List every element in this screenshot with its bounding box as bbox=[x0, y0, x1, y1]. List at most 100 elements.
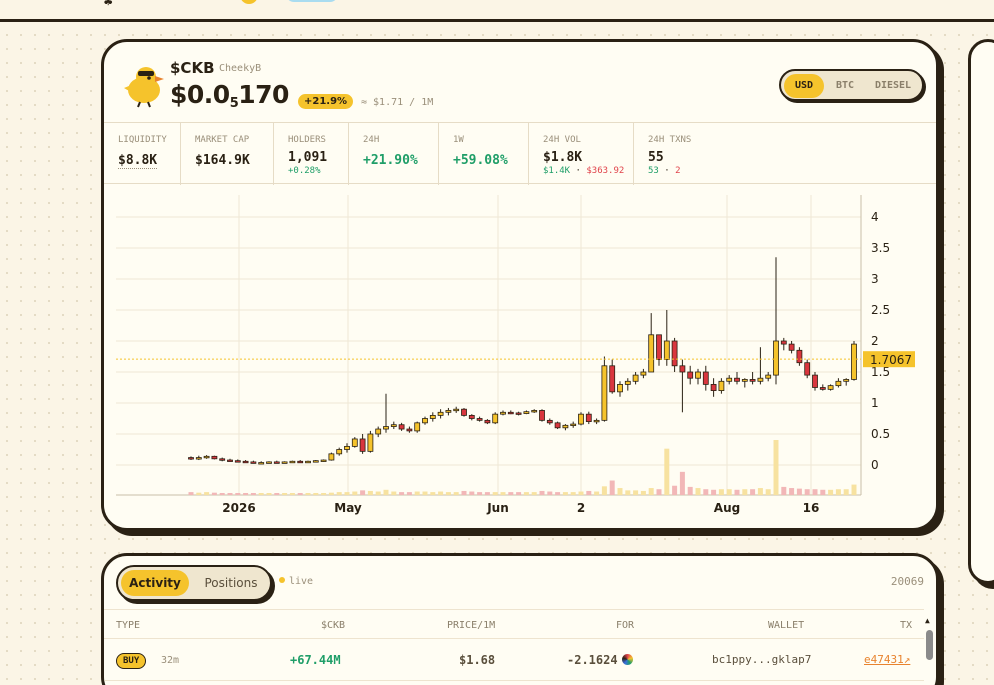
candle-body bbox=[359, 438, 366, 452]
stat-label: HOLDERS bbox=[288, 135, 326, 145]
unit-usd-button[interactable]: USD bbox=[784, 74, 824, 98]
volume-bar bbox=[352, 491, 358, 495]
volume-bar bbox=[438, 491, 444, 495]
volume-bar bbox=[336, 492, 342, 495]
connect-pill[interactable] bbox=[286, 0, 338, 2]
candle-body bbox=[734, 377, 740, 382]
candle-body bbox=[461, 408, 467, 416]
candle-body bbox=[211, 455, 218, 460]
tab-positions[interactable]: Positions bbox=[192, 570, 270, 596]
tab-activity[interactable]: Activity bbox=[121, 570, 189, 596]
candle-body bbox=[695, 371, 701, 379]
candle-body bbox=[546, 419, 553, 424]
trade-type-badge: BUY bbox=[116, 653, 147, 669]
candle-body bbox=[788, 343, 795, 351]
candle-body bbox=[593, 419, 600, 423]
volume-bar bbox=[500, 492, 506, 495]
volume-bar bbox=[367, 490, 373, 495]
candle-body bbox=[640, 371, 647, 376]
volume-bar bbox=[422, 491, 428, 495]
unit-btc-button[interactable]: BTC bbox=[827, 74, 863, 98]
candle-body bbox=[242, 460, 249, 464]
volume-bar bbox=[664, 448, 670, 495]
coin-icon[interactable] bbox=[240, 0, 258, 4]
candle-body bbox=[749, 379, 756, 382]
candle-body bbox=[203, 455, 210, 459]
volume-bar bbox=[196, 492, 202, 495]
volume-bar bbox=[305, 493, 311, 495]
stat-market-cap: MARKET CAP $164.9K bbox=[181, 123, 274, 185]
volume-bar bbox=[516, 492, 522, 495]
candle-body bbox=[710, 383, 717, 391]
token-price: $0.05170 bbox=[170, 80, 289, 111]
volume-bar bbox=[594, 491, 600, 495]
candle-body bbox=[305, 460, 311, 464]
volume-bar bbox=[344, 492, 350, 495]
volume-bar bbox=[648, 488, 654, 495]
volume-bar bbox=[391, 491, 397, 495]
candle-body bbox=[398, 424, 405, 430]
volume-bar bbox=[765, 489, 771, 495]
candle-body bbox=[234, 460, 241, 463]
volume-bar bbox=[609, 480, 615, 495]
volume-bar bbox=[469, 491, 475, 495]
col-amount: $CKB bbox=[321, 620, 346, 631]
candle-body bbox=[780, 340, 787, 345]
site-logo-icon[interactable]: ♣ bbox=[104, 0, 112, 10]
stat-value: $164.9K bbox=[195, 153, 250, 168]
volume-bar bbox=[843, 489, 849, 495]
stat-value[interactable]: $8.8K bbox=[118, 153, 158, 169]
candle-body bbox=[422, 418, 428, 424]
live-indicator: live bbox=[279, 576, 313, 587]
volume-bar bbox=[804, 489, 810, 495]
candle-body bbox=[531, 410, 538, 413]
trade-age: 32m bbox=[161, 655, 180, 666]
volume-bar bbox=[297, 493, 303, 495]
candle-body bbox=[351, 438, 358, 447]
unit-diesel-button[interactable]: DIESEL bbox=[865, 74, 921, 98]
x-tick-label: 2026 bbox=[222, 501, 255, 515]
activity-scrollbar[interactable]: ▲ bbox=[924, 616, 934, 685]
volume-bar bbox=[718, 489, 724, 495]
token-wheel-icon bbox=[621, 654, 633, 665]
candle-body bbox=[562, 424, 569, 429]
stat-1w: 1W +59.08% bbox=[439, 123, 529, 185]
scroll-thumb[interactable] bbox=[926, 630, 933, 660]
trade-wallet[interactable]: bc1ppy...gklap7 bbox=[712, 653, 811, 666]
candle-body bbox=[297, 460, 304, 464]
stat-24h-vol: 24H VOL $1.8K $1.4K · $363.92 bbox=[529, 123, 634, 185]
y-tick-label: 0.5 bbox=[871, 427, 890, 441]
stat-buy-count: 53 bbox=[648, 166, 659, 176]
activity-card: Activity Positions live 20069 TYPE $CKB … bbox=[101, 553, 939, 685]
stat-sell-volume: $363.92 bbox=[586, 166, 625, 176]
volume-bar bbox=[539, 490, 545, 495]
candle-body bbox=[726, 377, 733, 382]
trade-tx-link[interactable]: e47431↗ bbox=[864, 653, 910, 666]
stat-24h-txns: 24H TXNS 55 53 · 2 bbox=[648, 135, 692, 176]
volume-bar bbox=[289, 493, 295, 495]
scroll-up-icon[interactable]: ▲ bbox=[925, 616, 930, 625]
volume-bar bbox=[742, 489, 748, 495]
price-chart[interactable]: 0 0.5 1 1.5 2 2.5 3 3.5 4 2026 May Jun 2 Aug 16 1.7067 bbox=[104, 185, 939, 530]
volume-bar bbox=[695, 488, 701, 495]
volume-bar bbox=[625, 490, 631, 495]
volume-bar bbox=[227, 493, 233, 495]
volume-bar bbox=[679, 471, 685, 495]
volume-bar bbox=[430, 492, 436, 495]
volume-bar bbox=[211, 492, 217, 495]
candlestick-chart[interactable]: 00.511.522.533.542026 May Jun 2 Aug 161.7067 bbox=[104, 185, 939, 530]
candle-body bbox=[804, 362, 811, 376]
table-row[interactable]: BUY 32m +67.44M $1.68 -2.1624 bc1ppy...g… bbox=[104, 641, 924, 681]
volume-bar bbox=[258, 493, 264, 495]
candle-body bbox=[250, 461, 257, 464]
activity-count: 20069 bbox=[890, 575, 924, 588]
candle-body bbox=[827, 385, 834, 390]
volume-bar bbox=[531, 492, 537, 495]
candle-body bbox=[609, 365, 616, 393]
candle-body bbox=[656, 334, 662, 361]
volume-bar bbox=[266, 493, 272, 495]
col-wallet: WALLET bbox=[768, 620, 805, 631]
volume-bar bbox=[672, 485, 678, 495]
candle-body bbox=[273, 461, 280, 464]
volume-bar bbox=[360, 490, 366, 495]
